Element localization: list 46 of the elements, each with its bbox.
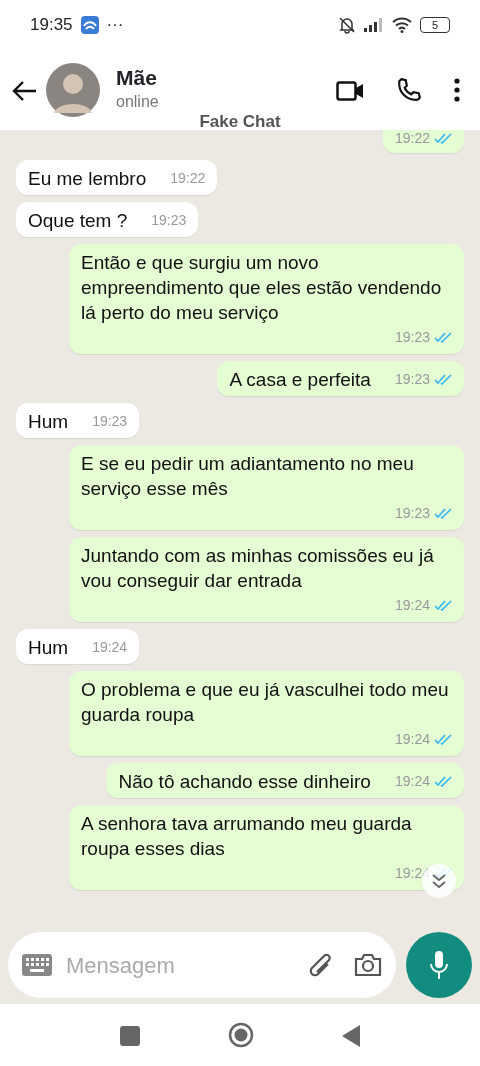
avatar[interactable] (46, 63, 100, 117)
message-time: 19:24 (394, 730, 430, 749)
message-text: Juntando com as minhas comissões eu já vou conseguir dar entrada (81, 544, 435, 593)
muted-bell-icon (338, 16, 356, 34)
message-time: 19:23 (394, 328, 430, 347)
message-time: 19:22 (394, 130, 430, 148)
message-text: Então e que surgiu um novo empreendimento que eles estão vendendo lá perto do meu serviço (81, 251, 443, 325)
signal-icon (364, 18, 384, 32)
contact-name: Mãe (116, 66, 158, 90)
message-text: Hum (28, 636, 69, 660)
message-text: Hum (28, 410, 69, 434)
message-time: 19:24 (394, 772, 430, 791)
microphone-icon (430, 950, 448, 980)
message-text: A senhora tava arrumando meu guarda roupa esses dias (81, 812, 413, 861)
message-text: Oque tem ? (28, 209, 128, 233)
message-time: 19:22 (170, 169, 206, 188)
back-button[interactable] (12, 78, 38, 102)
status-time: 19:35 (30, 14, 73, 37)
message-time: 19:23 (151, 211, 187, 230)
message-text: Não tô achando esse dinheiro (118, 770, 371, 794)
contact-status: online (116, 91, 160, 112)
message-text: E se eu pedir um adiantamento no meu serviço esse mês (81, 452, 415, 501)
menu-button[interactable] (454, 77, 460, 103)
message-time: 19:24 (394, 864, 430, 883)
message-time: 19:24 (394, 596, 430, 615)
back-nav-button[interactable] (342, 1023, 360, 1047)
more-notifications: ··· (106, 14, 124, 37)
app-notification-icon (80, 16, 99, 34)
camera-icon[interactable] (354, 953, 382, 977)
video-call-button[interactable] (336, 78, 364, 102)
double-chevron-down-icon (431, 873, 447, 889)
message-text: A casa e perfeita (229, 368, 371, 392)
keyboard-icon[interactable] (22, 954, 52, 976)
wifi-icon (392, 17, 412, 33)
home-button[interactable] (228, 1022, 254, 1048)
message-text: Eu me lembro (28, 167, 147, 191)
battery-icon: 5 (420, 17, 450, 33)
recent-apps-button[interactable] (120, 1023, 140, 1047)
message-time: 19:23 (394, 504, 430, 523)
watermark-label: Fake Chat (199, 111, 281, 131)
message-field[interactable]: Mensagem (8, 932, 396, 998)
message-text: O problema e que eu já vasculhei todo meu guarda roupa (81, 678, 450, 727)
message-time: 19:23 (92, 412, 128, 431)
message-time: 19:24 (92, 638, 128, 657)
call-button[interactable] (396, 77, 422, 103)
message-time: 19:23 (394, 370, 430, 389)
